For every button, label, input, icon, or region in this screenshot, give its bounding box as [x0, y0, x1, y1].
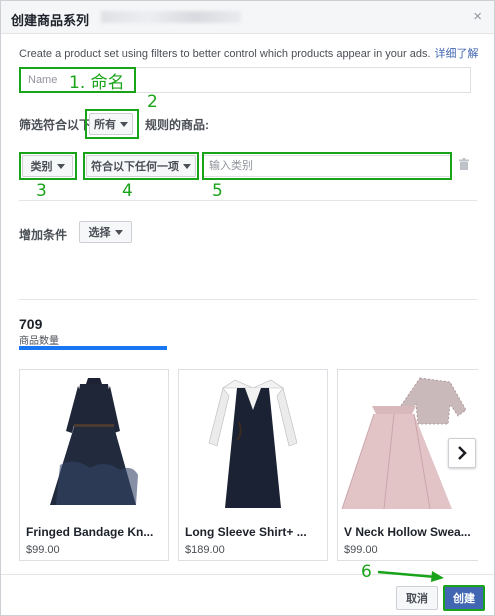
annotation-label-3: 3	[36, 181, 47, 201]
product-count-label: 商品数量	[19, 336, 59, 347]
carousel-next-button[interactable]	[448, 438, 476, 468]
add-condition-select[interactable]: 选择	[79, 221, 132, 243]
annotation-label-4: 4	[122, 181, 133, 201]
product-price: $99.00	[344, 544, 378, 556]
product-name: Fringed Bandage Kn...	[26, 525, 154, 539]
product-name: Long Sleeve Shirt+ ...	[185, 525, 307, 539]
blurred-catalog-name	[101, 11, 241, 23]
annotation-label-1: 1. 命名	[69, 73, 125, 93]
close-icon[interactable]: ×	[473, 8, 482, 25]
create-button[interactable]: 创建	[443, 585, 485, 611]
dialog-description: Create a product set using filters to be…	[19, 45, 479, 61]
filter-rule-row: 筛选符合以下 规则的商品:	[19, 116, 209, 133]
product-image	[20, 370, 168, 512]
description-text: Create a product set using filters to be…	[19, 48, 431, 60]
product-card[interactable]: Fringed Bandage Kn... $99.00	[19, 369, 169, 561]
trash-icon[interactable]	[459, 158, 469, 170]
learn-more-link[interactable]: 详细了解	[435, 48, 479, 60]
section-divider	[19, 299, 477, 300]
product-price: $189.00	[185, 544, 225, 556]
filter-prefix-label: 筛选符合以下	[19, 118, 92, 132]
product-count-bar	[19, 346, 167, 350]
product-name: V Neck Hollow Swea...	[344, 525, 471, 539]
create-product-set-dialog: 创建商品系列 × Create a product set using filt…	[0, 0, 495, 616]
dialog-title: 创建商品系列	[11, 13, 90, 28]
filter-suffix-label: 规则的商品:	[145, 118, 209, 132]
product-count-bar-fill	[19, 346, 167, 350]
chevron-right-icon	[458, 446, 467, 460]
product-card[interactable]: Long Sleeve Shirt+ ... $189.00	[178, 369, 328, 561]
chevron-down-icon	[114, 229, 123, 235]
annotation-box-5	[202, 152, 452, 180]
cancel-button[interactable]: 取消	[396, 586, 438, 610]
dialog-header: 创建商品系列 ×	[1, 1, 494, 34]
annotation-arrow-icon	[377, 570, 444, 582]
product-count-value: 709	[19, 316, 43, 332]
annotation-box-2	[85, 109, 139, 139]
add-condition-select-label: 选择	[88, 227, 111, 239]
annotation-box-4	[83, 152, 199, 180]
annotation-box-3	[19, 152, 77, 180]
product-image	[179, 370, 327, 512]
section-divider	[19, 200, 477, 201]
annotation-label-6: 6	[361, 562, 372, 582]
add-condition-label: 增加条件	[19, 228, 68, 242]
annotation-label-2: 2	[147, 92, 158, 112]
annotation-label-5: 5	[212, 181, 223, 201]
product-price: $99.00	[26, 544, 60, 556]
